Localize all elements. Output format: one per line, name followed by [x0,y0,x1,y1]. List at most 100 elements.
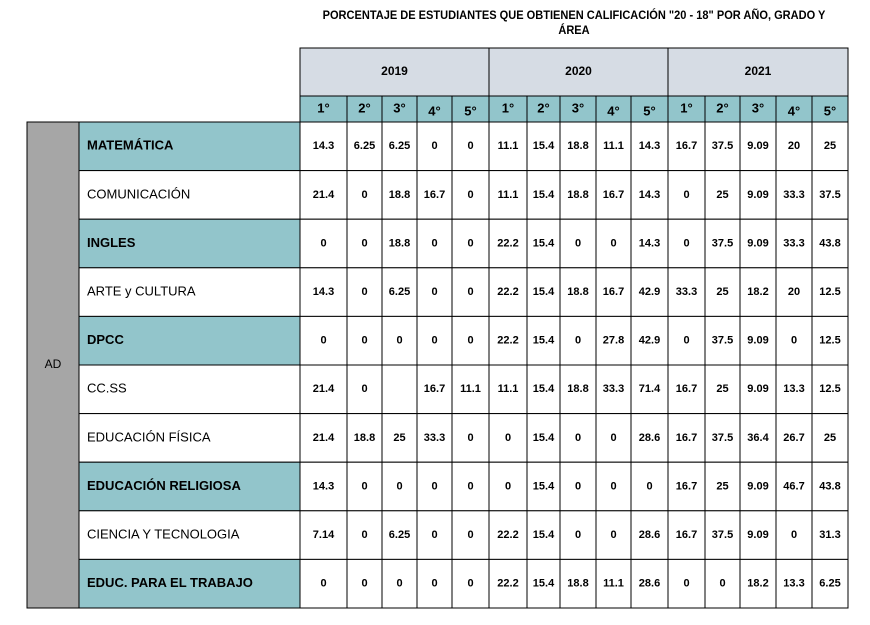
value-label: 27.8 [603,335,624,347]
value-label: 71.4 [639,383,661,395]
value-label: 36.4 [747,432,769,444]
area-label: INGLES [87,235,136,250]
value-label: 6.25 [389,140,410,152]
year-header-label: 2021 [745,64,772,78]
value-label: 6.25 [819,578,840,590]
value-label: 16.7 [424,189,445,201]
grade-header-label: 3° [752,100,764,115]
value-label: 15.4 [533,140,555,152]
value-label: 22.2 [497,335,518,347]
value-label: 0 [431,140,437,152]
value-label: 15.4 [533,189,555,201]
value-label: 22.2 [497,237,518,249]
area-label: EDUCACIÓN RELIGIOSA [87,478,241,493]
value-label: 12.5 [819,335,840,347]
value-label: 0 [791,529,797,541]
area-label: EDUCACIÓN FÍSICA [87,429,211,444]
value-label: 11.1 [498,383,519,395]
value-label: 0 [467,286,473,298]
grade-header-label: 1° [502,100,514,115]
value-label: 0 [467,529,473,541]
area-label: ARTE y CULTURA [87,284,196,299]
value-cell [381,364,418,415]
value-label: 0 [361,480,367,492]
value-label: 0 [467,335,473,347]
grade-header-label: 5° [464,103,476,118]
value-label: 11.1 [498,189,519,201]
value-label: 0 [683,578,689,590]
value-label: 21.4 [313,189,335,201]
value-label: 0 [610,529,616,541]
value-label: 14.3 [313,140,334,152]
value-label: 0 [467,140,473,152]
area-label: MATEMÁTICA [87,138,174,153]
value-label: 9.09 [747,140,768,152]
value-label: 14.3 [639,189,660,201]
value-label: 12.5 [819,383,840,395]
value-label: 18.8 [567,383,588,395]
value-label: 0 [610,480,616,492]
value-label: 0 [320,335,326,347]
value-label: 11.1 [460,383,481,395]
grade-header-label: 4° [607,103,619,118]
value-label: 21.4 [313,432,335,444]
value-label: 0 [575,237,581,249]
value-label: 0 [396,335,402,347]
value-label: 14.3 [639,140,660,152]
value-label: 11.1 [603,578,624,590]
value-label: 0 [575,480,581,492]
value-label: 33.3 [424,432,445,444]
value-label: 37.5 [712,335,733,347]
value-label: 26.7 [783,432,804,444]
value-label: 16.7 [424,383,445,395]
area-label: DPCC [87,332,124,347]
value-label: 15.4 [533,237,555,249]
value-label: 43.8 [819,237,840,249]
value-label: 18.8 [389,189,410,201]
value-label: 22.2 [497,578,518,590]
level-label: AD [45,357,62,371]
value-label: 18.8 [389,237,410,249]
value-label: 25 [824,140,836,152]
value-label: 0 [361,237,367,249]
value-label: 46.7 [783,480,804,492]
value-label: 20 [788,286,800,298]
value-label: 0 [683,335,689,347]
value-label: 18.8 [567,286,588,298]
value-label: 15.4 [533,578,555,590]
value-label: 0 [505,432,511,444]
value-label: 0 [320,237,326,249]
value-label: 0 [361,286,367,298]
value-label: 0 [431,237,437,249]
value-label: 9.09 [747,335,768,347]
value-label: 0 [467,578,473,590]
value-label: 13.3 [783,578,804,590]
value-label: 37.5 [819,189,840,201]
value-label: 15.4 [533,383,555,395]
value-label: 21.4 [313,383,335,395]
value-label: 37.5 [712,237,733,249]
value-label: 25 [824,432,836,444]
value-label: 6.25 [354,140,375,152]
grade-header-label: 3° [572,100,584,115]
value-label: 15.4 [533,335,555,347]
value-label: 0 [431,578,437,590]
value-label: 0 [610,432,616,444]
value-label: 16.7 [676,140,697,152]
grade-header-label: 2° [716,100,728,115]
value-label: 6.25 [389,529,410,541]
value-label: 0 [575,529,581,541]
value-label: 16.7 [603,189,624,201]
value-label: 9.09 [747,237,768,249]
value-label: 0 [361,189,367,201]
value-label: 18.8 [567,140,588,152]
value-label: 0 [467,237,473,249]
value-label: 12.5 [819,286,840,298]
value-label: 0 [431,480,437,492]
grade-header-label: 2° [537,100,549,115]
grades-table: 2019 2020 20211° 2° 3° 4° 5° 1° 2° 3° 4° 5° 1° 2° 3° 4°… [26,47,849,609]
value-label: 11.1 [603,140,624,152]
year-header-label: 2019 [381,64,408,78]
value-label: 7.14 [313,529,335,541]
value-label: 18.8 [567,578,588,590]
